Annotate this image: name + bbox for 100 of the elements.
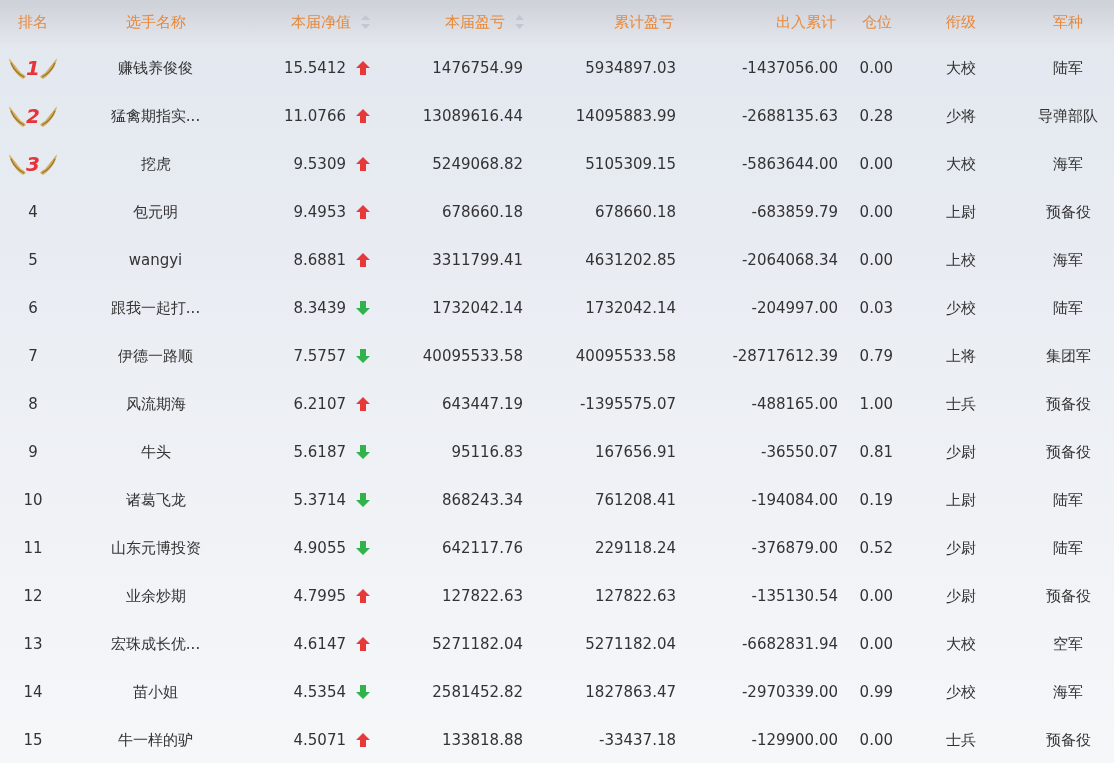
period-pnl: 127822.63 <box>441 585 523 607</box>
position-value: 0.03 <box>859 297 893 319</box>
arm-label: 陆军 <box>1053 489 1083 511</box>
in-out-total: -1437056.00 <box>741 57 838 79</box>
in-out-total: -376879.00 <box>751 537 838 559</box>
player-name: 牛一样的驴 <box>118 729 193 751</box>
rank-number: 13 <box>23 633 43 655</box>
sort-icon[interactable] <box>361 15 370 29</box>
in-out-total: -2970339.00 <box>741 681 838 703</box>
grade-label: 少校 <box>946 681 976 703</box>
in-out-total: -2688135.63 <box>741 105 838 127</box>
cumulative-pnl: 14095883.99 <box>575 105 676 127</box>
player-name: 业余炒期 <box>125 585 186 607</box>
net-value: 15.5412 <box>283 57 346 79</box>
player-name: wangyi <box>128 249 183 271</box>
grade-label: 少尉 <box>946 585 976 607</box>
player-name: 跟我一起打... <box>110 297 201 319</box>
period-pnl: 868243.34 <box>441 489 523 511</box>
period-pnl: 642117.76 <box>441 537 523 559</box>
in-out-total: -5863644.00 <box>741 153 838 175</box>
in-out-total: -6682831.94 <box>741 633 838 655</box>
column-header[interactable]: 本届净值 <box>291 10 370 34</box>
cumulative-pnl: 4631202.85 <box>585 249 676 271</box>
position-value: 0.00 <box>859 585 893 607</box>
grade-label: 少校 <box>946 297 976 319</box>
player-name: 挖虎 <box>140 153 171 175</box>
column-header: 衔级 <box>946 11 976 33</box>
cumulative-pnl: 5105309.15 <box>585 153 676 175</box>
position-value: 0.81 <box>859 441 893 463</box>
rank-number: 6 <box>28 297 38 319</box>
in-out-total: -36550.07 <box>761 441 838 463</box>
position-value: 0.19 <box>859 489 893 511</box>
arm-label: 预备役 <box>1045 441 1091 463</box>
column-header: 军种 <box>1053 11 1083 33</box>
cumulative-pnl: 40095533.58 <box>575 345 676 367</box>
grade-label: 大校 <box>946 153 976 175</box>
position-value: 0.52 <box>859 537 893 559</box>
position-value: 0.00 <box>859 249 893 271</box>
position-value: 0.00 <box>859 57 893 79</box>
period-pnl: 1476754.99 <box>432 57 523 79</box>
period-pnl: 5271182.04 <box>432 633 523 655</box>
position-value: 1.00 <box>859 393 893 415</box>
player-name: 苗小姐 <box>133 681 178 703</box>
arm-label: 预备役 <box>1045 201 1091 223</box>
grade-label: 士兵 <box>946 393 976 415</box>
period-pnl: 1732042.14 <box>432 297 523 319</box>
column-header: 出入累计 <box>776 11 836 33</box>
position-value: 0.00 <box>859 153 893 175</box>
net-value: 8.3439 <box>293 297 346 319</box>
net-value: 8.6881 <box>293 249 346 271</box>
period-pnl: 678660.18 <box>441 201 523 223</box>
column-header: 排名 <box>18 11 48 33</box>
player-name: 猛禽期指实... <box>110 105 201 127</box>
arm-label: 陆军 <box>1053 57 1083 79</box>
grade-label: 上尉 <box>946 489 976 511</box>
period-pnl: 5249068.82 <box>432 153 523 175</box>
player-name: 牛头 <box>140 441 171 463</box>
sort-icon[interactable] <box>515 15 524 29</box>
cumulative-pnl: 761208.41 <box>594 489 676 511</box>
arm-label: 海军 <box>1053 249 1083 271</box>
column-header[interactable]: 本届盈亏 <box>445 10 524 34</box>
net-value: 4.5354 <box>293 681 346 703</box>
cumulative-pnl: 229118.24 <box>594 537 676 559</box>
arm-label: 预备役 <box>1045 729 1091 751</box>
position-value: 0.00 <box>859 201 893 223</box>
cumulative-pnl: -1395575.07 <box>579 393 676 415</box>
in-out-total: -28717612.39 <box>732 345 838 367</box>
rank-number: 9 <box>28 441 38 463</box>
in-out-total: -194084.00 <box>751 489 838 511</box>
net-value: 5.3714 <box>293 489 346 511</box>
column-header: 仓位 <box>862 11 892 33</box>
grade-label: 大校 <box>946 57 976 79</box>
period-pnl: 95116.83 <box>451 441 523 463</box>
net-value: 11.0766 <box>283 105 346 127</box>
net-value: 4.9055 <box>293 537 346 559</box>
period-pnl: 133818.88 <box>441 729 523 751</box>
net-value: 5.6187 <box>293 441 346 463</box>
cumulative-pnl: 167656.91 <box>594 441 676 463</box>
column-header: 选手名称 <box>125 11 186 33</box>
in-out-total: -488165.00 <box>751 393 838 415</box>
position-value: 0.99 <box>859 681 893 703</box>
in-out-total: -129900.00 <box>751 729 838 751</box>
grade-label: 士兵 <box>946 729 976 751</box>
arm-label: 导弹部队 <box>1038 105 1098 127</box>
player-name: 诸葛飞龙 <box>125 489 186 511</box>
column-header: 累计盈亏 <box>614 11 674 33</box>
cumulative-pnl: 678660.18 <box>594 201 676 223</box>
grade-label: 少尉 <box>946 441 976 463</box>
arm-label: 预备役 <box>1045 393 1091 415</box>
net-value: 7.5757 <box>293 345 346 367</box>
net-value: 4.5071 <box>293 729 346 751</box>
cumulative-pnl: 1732042.14 <box>585 297 676 319</box>
arm-label: 海军 <box>1053 681 1083 703</box>
player-name: 赚钱养俊俊 <box>118 57 193 79</box>
position-value: 0.79 <box>859 345 893 367</box>
rank-number: 4 <box>28 201 38 223</box>
rank-number: 8 <box>28 393 38 415</box>
rank-number: 10 <box>23 489 43 511</box>
net-value: 4.6147 <box>293 633 346 655</box>
rank-medal: 2 <box>8 102 58 130</box>
